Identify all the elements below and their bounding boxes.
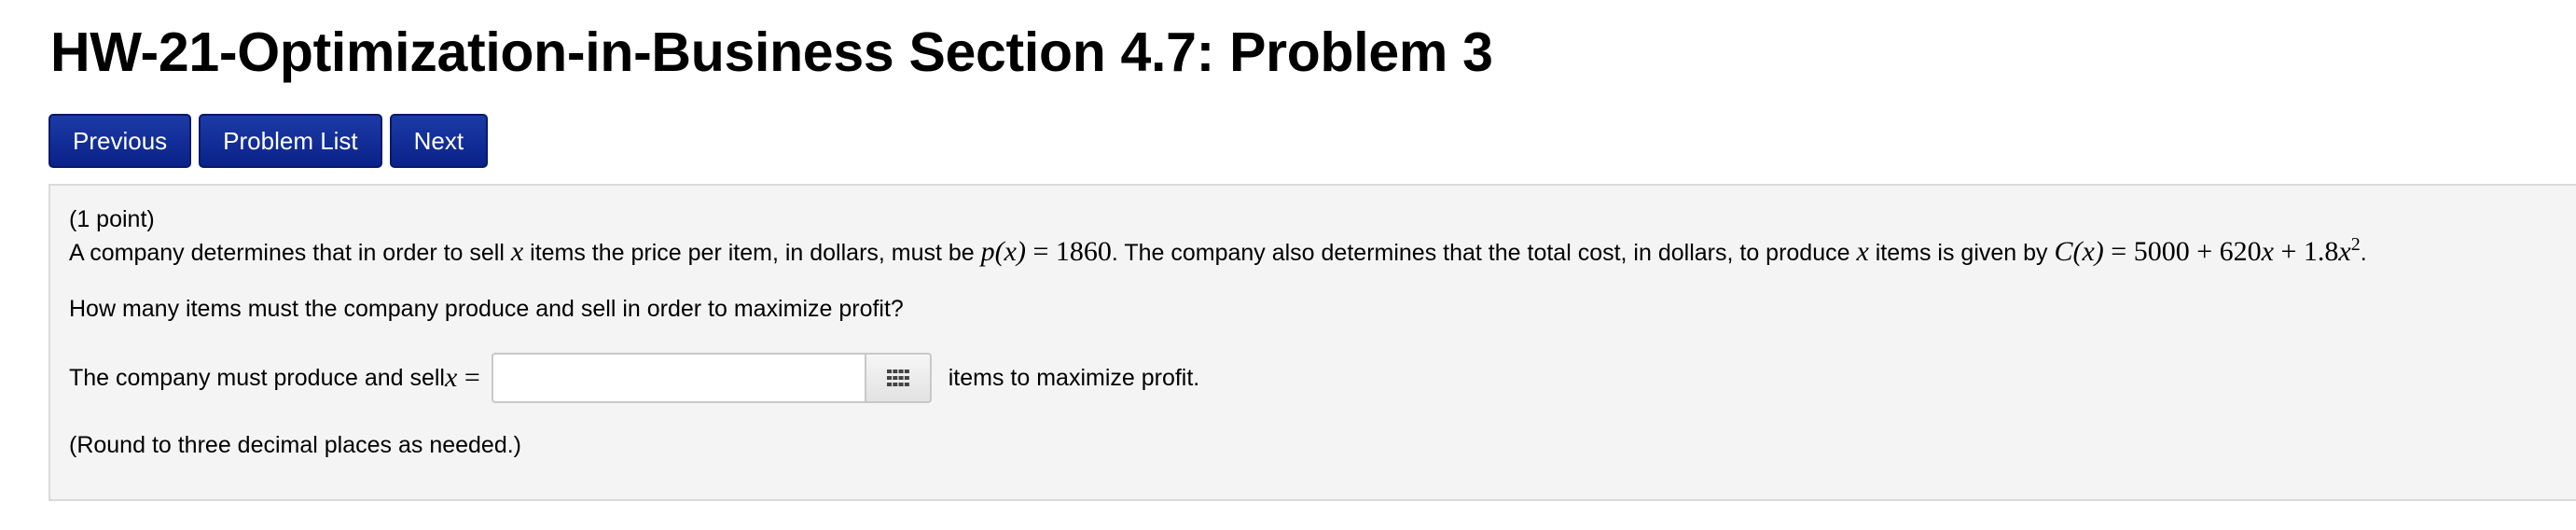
problem-statement: A company determines that in order to se… <box>69 234 2367 268</box>
answer-suffix: items to maximize profit. <box>948 364 1200 391</box>
page-title: HW-21-Optimization-in-Business Section 4… <box>50 21 1493 83</box>
previous-button[interactable]: Previous <box>48 114 192 168</box>
statement-text-2: items the price per item, in dollars, mu… <box>523 240 981 266</box>
equation-palette-button[interactable] <box>864 353 932 403</box>
rounding-note: (Round to three decimal places as needed… <box>69 432 522 458</box>
price-function: p(x) = 1860 <box>980 236 1112 267</box>
problem-list-button[interactable]: Problem List <box>199 114 382 168</box>
statement-end: . <box>2360 240 2367 266</box>
problem-nav: Previous Problem List Next <box>48 114 489 168</box>
page: HW-21-Optimization-in-Business Section 4… <box>0 0 2576 530</box>
points-label: (1 point) <box>69 206 155 232</box>
answer-row: The company must produce and sell x = it… <box>69 352 1199 404</box>
grid-keypad-icon <box>886 370 909 386</box>
answer-prefix: The company must produce and sell <box>69 364 445 391</box>
statement-text-1: A company determines that in order to se… <box>69 240 511 266</box>
answer-math-label: x = <box>445 362 480 393</box>
statement-text-3: . The company also determines that the t… <box>1111 240 1857 266</box>
math-var-x: x <box>1856 236 1869 267</box>
statement-text-4: items is given by <box>1868 240 2055 266</box>
cost-function: C(x) = 5000 + 620x + 1.8x2 <box>2054 234 2361 267</box>
answer-input[interactable] <box>491 353 865 403</box>
math-var-x: x <box>510 236 524 267</box>
next-button[interactable]: Next <box>389 114 489 168</box>
problem-panel: (1 point) A company determines that in o… <box>48 184 2576 501</box>
question-text: How many items must the company produce … <box>69 296 904 322</box>
